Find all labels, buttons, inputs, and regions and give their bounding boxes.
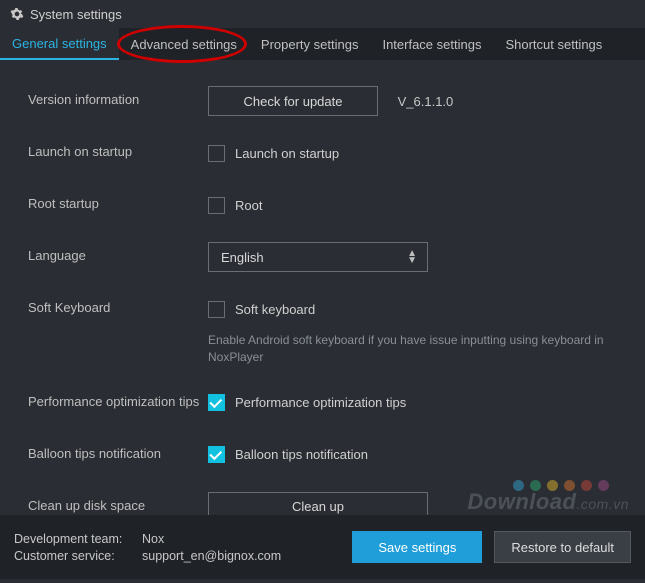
tab-general-settings[interactable]: General settings	[0, 28, 119, 60]
tab-shortcut-settings[interactable]: Shortcut settings	[493, 28, 614, 60]
label-perf: Performance optimization tips	[28, 388, 208, 409]
label-cleanup: Clean up disk space	[28, 492, 208, 513]
soft-keyboard-label: Soft keyboard	[235, 302, 315, 317]
window-title: System settings	[30, 7, 122, 22]
tab-advanced-settings[interactable]: Advanced settings	[119, 28, 249, 60]
language-select[interactable]: English ▲▼	[208, 242, 428, 272]
language-selected: English	[221, 250, 264, 265]
row-balloon: Balloon tips notification Balloon tips n…	[28, 440, 617, 470]
label-version: Version information	[28, 86, 208, 107]
customer-service-value: support_en@bignox.com	[142, 549, 281, 563]
check-for-update-button[interactable]: Check for update	[208, 86, 378, 116]
titlebar: System settings	[0, 0, 645, 28]
label-language: Language	[28, 242, 208, 263]
performance-tips-checkbox[interactable]	[208, 394, 225, 411]
label-root: Root startup	[28, 190, 208, 211]
root-checkbox[interactable]	[208, 197, 225, 214]
row-language: Language English ▲▼	[28, 242, 617, 272]
save-settings-button[interactable]: Save settings	[352, 531, 482, 563]
tabs-bar: General settings Advanced settings Prope…	[0, 28, 645, 60]
row-softkb: Soft Keyboard Soft keyboard Enable Andro…	[28, 294, 617, 366]
balloon-tips-checkbox[interactable]	[208, 446, 225, 463]
gear-icon	[10, 7, 24, 21]
launch-on-startup-label: Launch on startup	[235, 146, 339, 161]
balloon-tips-label: Balloon tips notification	[235, 447, 368, 462]
label-launch: Launch on startup	[28, 138, 208, 159]
soft-keyboard-help: Enable Android soft keyboard if you have…	[208, 332, 617, 366]
dev-team-label: Development team:	[14, 532, 132, 546]
label-balloon: Balloon tips notification	[28, 440, 208, 461]
content-area: Version information Check for update V_6…	[0, 60, 645, 583]
launch-on-startup-checkbox[interactable]	[208, 145, 225, 162]
row-perf: Performance optimization tips Performanc…	[28, 388, 617, 418]
tab-property-settings[interactable]: Property settings	[249, 28, 371, 60]
performance-tips-label: Performance optimization tips	[235, 395, 406, 410]
root-label: Root	[235, 198, 262, 213]
row-version: Version information Check for update V_6…	[28, 86, 617, 116]
footer-info: Development team: Nox Customer service: …	[14, 529, 352, 566]
customer-service-label: Customer service:	[14, 549, 132, 563]
footer: Development team: Nox Customer service: …	[0, 515, 645, 579]
tab-interface-settings[interactable]: Interface settings	[370, 28, 493, 60]
label-softkb: Soft Keyboard	[28, 294, 208, 315]
soft-keyboard-checkbox[interactable]	[208, 301, 225, 318]
dev-team-value: Nox	[142, 532, 164, 546]
version-value: V_6.1.1.0	[398, 94, 454, 109]
row-root: Root startup Root	[28, 190, 617, 220]
row-launch: Launch on startup Launch on startup	[28, 138, 617, 168]
restore-default-button[interactable]: Restore to default	[494, 531, 631, 563]
chevron-updown-icon: ▲▼	[407, 250, 417, 264]
